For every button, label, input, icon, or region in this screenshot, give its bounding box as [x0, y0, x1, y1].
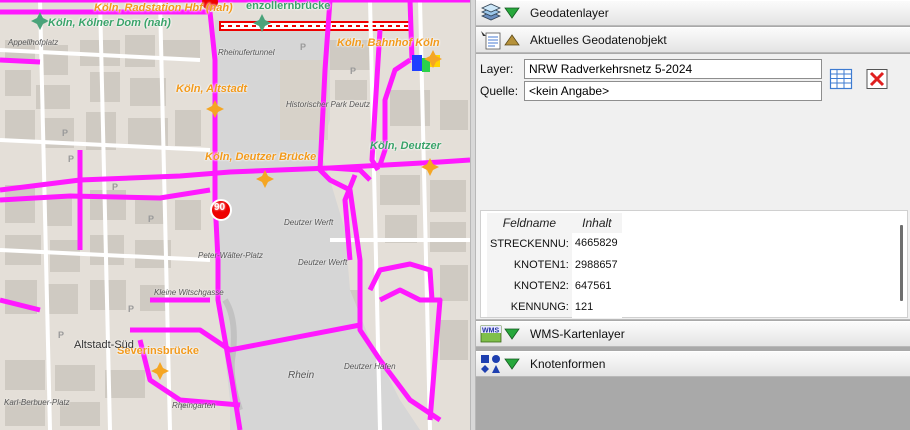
table-row: STRECKENNU: 4665829 [487, 233, 622, 255]
wms-icon: WMS [480, 324, 502, 344]
column-header-feldname: Feldname [487, 213, 572, 233]
layer-row: Layer: [480, 59, 822, 79]
layer-label: Layer: [480, 62, 514, 76]
label-peter-waelter: Peter-Wälter-Platz [198, 251, 264, 260]
label-deutzer-werft-1: Deutzer Werft [284, 218, 334, 227]
label-rheinufertunnel: Rheinufertunnel [218, 48, 275, 57]
quelle-label: Quelle: [480, 84, 519, 98]
svg-text:P: P [148, 214, 154, 224]
attribute-scrollbar[interactable] [900, 225, 903, 301]
section-geodatenobjekt-title: Aktuelles Geodatenobjekt [530, 33, 667, 47]
table-row: KNOTEN2: 647561 [487, 275, 622, 297]
label-deutzer-hafen: Deutzer Hafen [344, 362, 396, 371]
svg-text:P: P [68, 154, 74, 164]
delete-icon [866, 69, 888, 89]
attribute-table: Feldname Inhalt STRECKENNU: 4665829 KNOT… [487, 213, 622, 318]
field-name: KNOTEN1: [487, 254, 572, 275]
side-panel: Geodatenlayer Aktuelles Geodatenobjekt L… [476, 0, 910, 430]
collapse-arrow-down-icon[interactable] [504, 328, 520, 340]
collapse-arrow-up-icon[interactable] [504, 34, 520, 46]
column-header-inhalt: Inhalt [571, 213, 622, 233]
label-deutzer: Köln, Deutzer [370, 140, 441, 152]
field-name: STRECKENNU: [487, 233, 572, 254]
svg-text:WMS: WMS [482, 328, 499, 335]
section-knotenformen-header[interactable]: Knotenformen [476, 351, 910, 377]
speed-sign-label: 90 [214, 202, 226, 213]
section-geodatenobjekt-header[interactable]: Aktuelles Geodatenobjekt [476, 27, 910, 53]
table-icon [829, 68, 853, 90]
label-rhein: Rhein [288, 370, 315, 381]
attribute-table-button[interactable] [828, 66, 854, 92]
label-dom: Köln, Kölner Dom (nah) [48, 17, 171, 29]
field-value[interactable]: 647561 [571, 275, 622, 297]
object-info-icon [480, 30, 502, 50]
section-knotenformen-title: Knotenformen [530, 357, 606, 371]
quelle-row: Quelle: [480, 81, 822, 101]
label-karl-berbuer: Karl-Berbuer-Platz [4, 398, 70, 407]
label-historischer-park: Historischer Park Deutz [286, 100, 371, 109]
table-row: KNOTEN1: 2988657 [487, 254, 622, 276]
quelle-field[interactable] [524, 81, 822, 101]
svg-text:P: P [128, 304, 134, 314]
field-name: KNOTEN2: [487, 275, 572, 296]
delete-object-button[interactable] [864, 66, 890, 92]
svg-text:P: P [62, 128, 68, 138]
section-wms-title: WMS-Kartenlayer [530, 327, 625, 341]
table-row: KENNUNG: 121 [487, 296, 622, 318]
svg-text:P: P [300, 42, 306, 52]
label-deutzer-bruecke: Köln, Deutzer Brücke [205, 151, 317, 163]
attribute-panel: Feldname Inhalt STRECKENNU: 4665829 KNOT… [480, 210, 908, 318]
field-value[interactable]: 121 [571, 296, 622, 318]
node-shapes-icon [480, 354, 502, 374]
svg-text:P: P [58, 330, 64, 340]
svg-text:P: P [350, 66, 356, 76]
label-hohenzollern: enzollernbrücke [246, 0, 331, 12]
section-wms-header[interactable]: WMS WMS-Kartenlayer [476, 321, 910, 347]
svg-text:P: P [112, 182, 118, 192]
label-rheingarten: Rheingarten [172, 401, 216, 410]
collapse-arrow-down-icon[interactable] [504, 7, 520, 19]
field-value[interactable]: 4665829 [571, 233, 622, 255]
label-kleine-witschgasse: Kleine Witschgasse [154, 288, 224, 297]
label-radstation: Köln, Radstation Hbf (nah) [94, 2, 233, 14]
label-altstadt-sued: Altstadt-Süd [74, 339, 134, 351]
field-name: KENNUNG: [487, 296, 572, 317]
layer-field[interactable] [524, 59, 822, 79]
geodatenobjekt-body: Layer: Quelle: Feldname [476, 54, 910, 320]
map-canvas[interactable]: PPP PPP PPP [0, 0, 470, 430]
field-value[interactable]: 2988657 [571, 254, 622, 276]
map-view[interactable]: PPP PPP PPP 90 Köln, Radstation Hbf (nah… [0, 0, 470, 430]
label-appellhofplatz: Appellhofplatz [8, 38, 59, 47]
label-altstadt: Köln, Altstadt [176, 83, 248, 95]
node-blue [412, 55, 422, 71]
section-geodatenlayer-title: Geodatenlayer [530, 6, 609, 20]
label-deutzer-werft-2: Deutzer Werft [298, 258, 348, 267]
label-bahnhof-koeln: Köln, Bahnhof Köln [337, 37, 440, 49]
layers-icon [480, 3, 502, 23]
section-geodatenlayer-header[interactable]: Geodatenlayer [476, 0, 910, 26]
collapse-arrow-down-icon[interactable] [504, 358, 520, 370]
